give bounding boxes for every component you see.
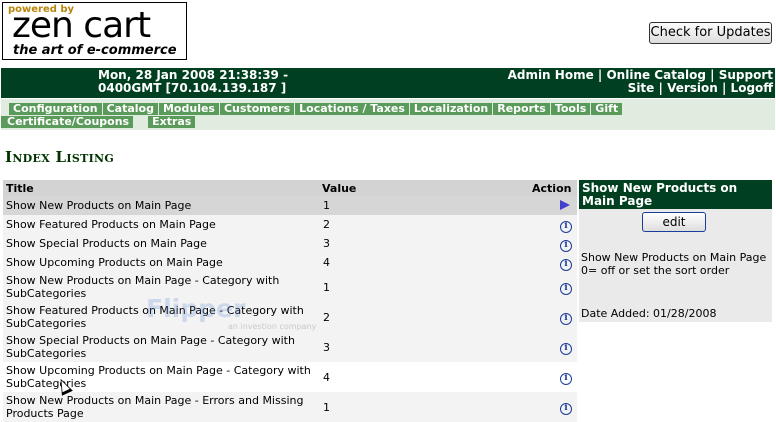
- page-title: Index Listing: [5, 148, 115, 166]
- logoff-link[interactable]: Logoff: [731, 81, 773, 95]
- menu-gift[interactable]: Gift: [591, 103, 623, 115]
- selected-arrow-icon: [560, 200, 574, 214]
- info-icon[interactable]: i: [560, 310, 574, 325]
- row-value: 1: [323, 401, 330, 414]
- row-title: Show Upcoming Products on Main Page: [6, 256, 223, 269]
- version-link[interactable]: Version: [667, 81, 718, 95]
- menu-configuration[interactable]: Configuration: [9, 103, 102, 115]
- admin-header-bar: Mon, 28 Jan 2008 21:38:39 - 0400GMT [70.…: [1, 68, 775, 98]
- side-box-body: edit Show New Products on Main Page 0= o…: [579, 209, 772, 322]
- support-link[interactable]: Support: [719, 68, 773, 82]
- support-site-link[interactable]: Site: [628, 81, 655, 95]
- info-side-box: Show New Products on Main Page edit Show…: [579, 180, 772, 322]
- row-value: 3: [323, 341, 330, 354]
- menu-reports[interactable]: Reports: [493, 103, 550, 115]
- table-row[interactable]: Show New Products on Main Page - Categor…: [3, 272, 577, 302]
- row-title: Show Special Products on Main Page - Cat…: [6, 334, 295, 360]
- header-value: Value: [322, 182, 357, 195]
- menu-customers[interactable]: Customers: [219, 103, 295, 115]
- menu-catalog[interactable]: Catalog: [102, 103, 158, 115]
- description-text: Show New Products on Main Page: [581, 251, 767, 264]
- info-icon[interactable]: i: [560, 400, 574, 415]
- logo-brand: zen cart: [12, 5, 151, 46]
- watermark-subtitle: an investion company: [228, 322, 317, 331]
- table-row[interactable]: Show Upcoming Products on Main Page - Ca…: [3, 362, 577, 392]
- side-box-heading: Show New Products on Main Page: [579, 180, 772, 209]
- admin-home-link[interactable]: Admin Home: [508, 68, 594, 82]
- edit-button[interactable]: edit: [642, 212, 706, 232]
- menu-locations-taxes[interactable]: Locations / Taxes: [295, 103, 409, 115]
- menu-row-1: Configuration Catalog Modules Customers Loca…: [1, 102, 623, 116]
- watermark-logo: Flipper: [146, 294, 246, 323]
- header-links: Admin Home | Online Catalog | Support Si…: [507, 68, 773, 95]
- info-icon[interactable]: i: [560, 280, 574, 295]
- zencart-logo[interactable]: powered by zen cart the art of e-commerc…: [2, 2, 187, 60]
- side-box-description: Show New Products on Main Page 0= off or…: [581, 251, 766, 277]
- table-row[interactable]: Show Featured Products on Main Page 2 i: [3, 215, 577, 234]
- menu-row-2: Certificate/Coupons Extras: [1, 115, 196, 129]
- info-icon[interactable]: i: [560, 237, 574, 252]
- header-action: Action: [532, 182, 572, 195]
- online-catalog-link[interactable]: Online Catalog: [606, 68, 706, 82]
- row-value: 2: [323, 311, 330, 324]
- row-title: Show New Products on Main Page - Errors …: [6, 394, 304, 420]
- table-row[interactable]: Show Upcoming Products on Main Page 4 i: [3, 253, 577, 272]
- description-text-2: 0= off or set the sort order: [581, 264, 730, 277]
- row-value: 3: [323, 237, 330, 250]
- server-date: Mon, 28 Jan 2008 21:38:39 - 0400GMT [70.…: [98, 69, 288, 95]
- menu-tools[interactable]: Tools: [550, 103, 591, 115]
- index-listing-table: Title Value Action Show New Products on …: [3, 180, 577, 422]
- table-header: Title Value Action: [3, 180, 577, 196]
- logo-tagline: the art of e-commerce: [13, 43, 177, 58]
- row-title: Show Upcoming Products on Main Page - Ca…: [6, 364, 311, 390]
- menu-localization[interactable]: Localization: [409, 103, 493, 115]
- info-icon[interactable]: i: [560, 218, 574, 233]
- row-value: 1: [323, 281, 330, 294]
- table-row[interactable]: Show Special Products on Main Page - Cat…: [3, 332, 577, 362]
- table-row[interactable]: Show New Products on Main Page - Errors …: [3, 392, 577, 422]
- date-added: Date Added: 01/28/2008: [581, 307, 717, 320]
- info-icon[interactable]: i: [560, 340, 574, 355]
- header-title: Title: [6, 182, 34, 195]
- row-value: 4: [323, 371, 330, 384]
- row-title: Show Special Products on Main Page: [6, 237, 207, 250]
- table-row[interactable]: Show New Products on Main Page 1: [3, 196, 577, 215]
- row-value: 1: [323, 199, 330, 212]
- table-row[interactable]: Show Special Products on Main Page 3 i: [3, 234, 577, 253]
- row-value: 4: [323, 256, 330, 269]
- info-icon[interactable]: i: [560, 256, 574, 271]
- admin-menu: Configuration Catalog Modules Customers Loca…: [1, 98, 775, 130]
- menu-extras[interactable]: Extras: [148, 116, 196, 128]
- check-for-updates-button[interactable]: Check for Updates: [649, 22, 772, 44]
- row-value: 2: [323, 218, 330, 231]
- menu-modules[interactable]: Modules: [158, 103, 219, 115]
- row-title: Show Featured Products on Main Page: [6, 218, 216, 231]
- row-title: Show New Products on Main Page: [6, 199, 192, 212]
- info-icon[interactable]: i: [560, 370, 574, 385]
- date-line-2: 0400GMT [70.104.139.187 ]: [98, 81, 287, 95]
- menu-certificate-coupons[interactable]: Certificate/Coupons: [1, 116, 134, 128]
